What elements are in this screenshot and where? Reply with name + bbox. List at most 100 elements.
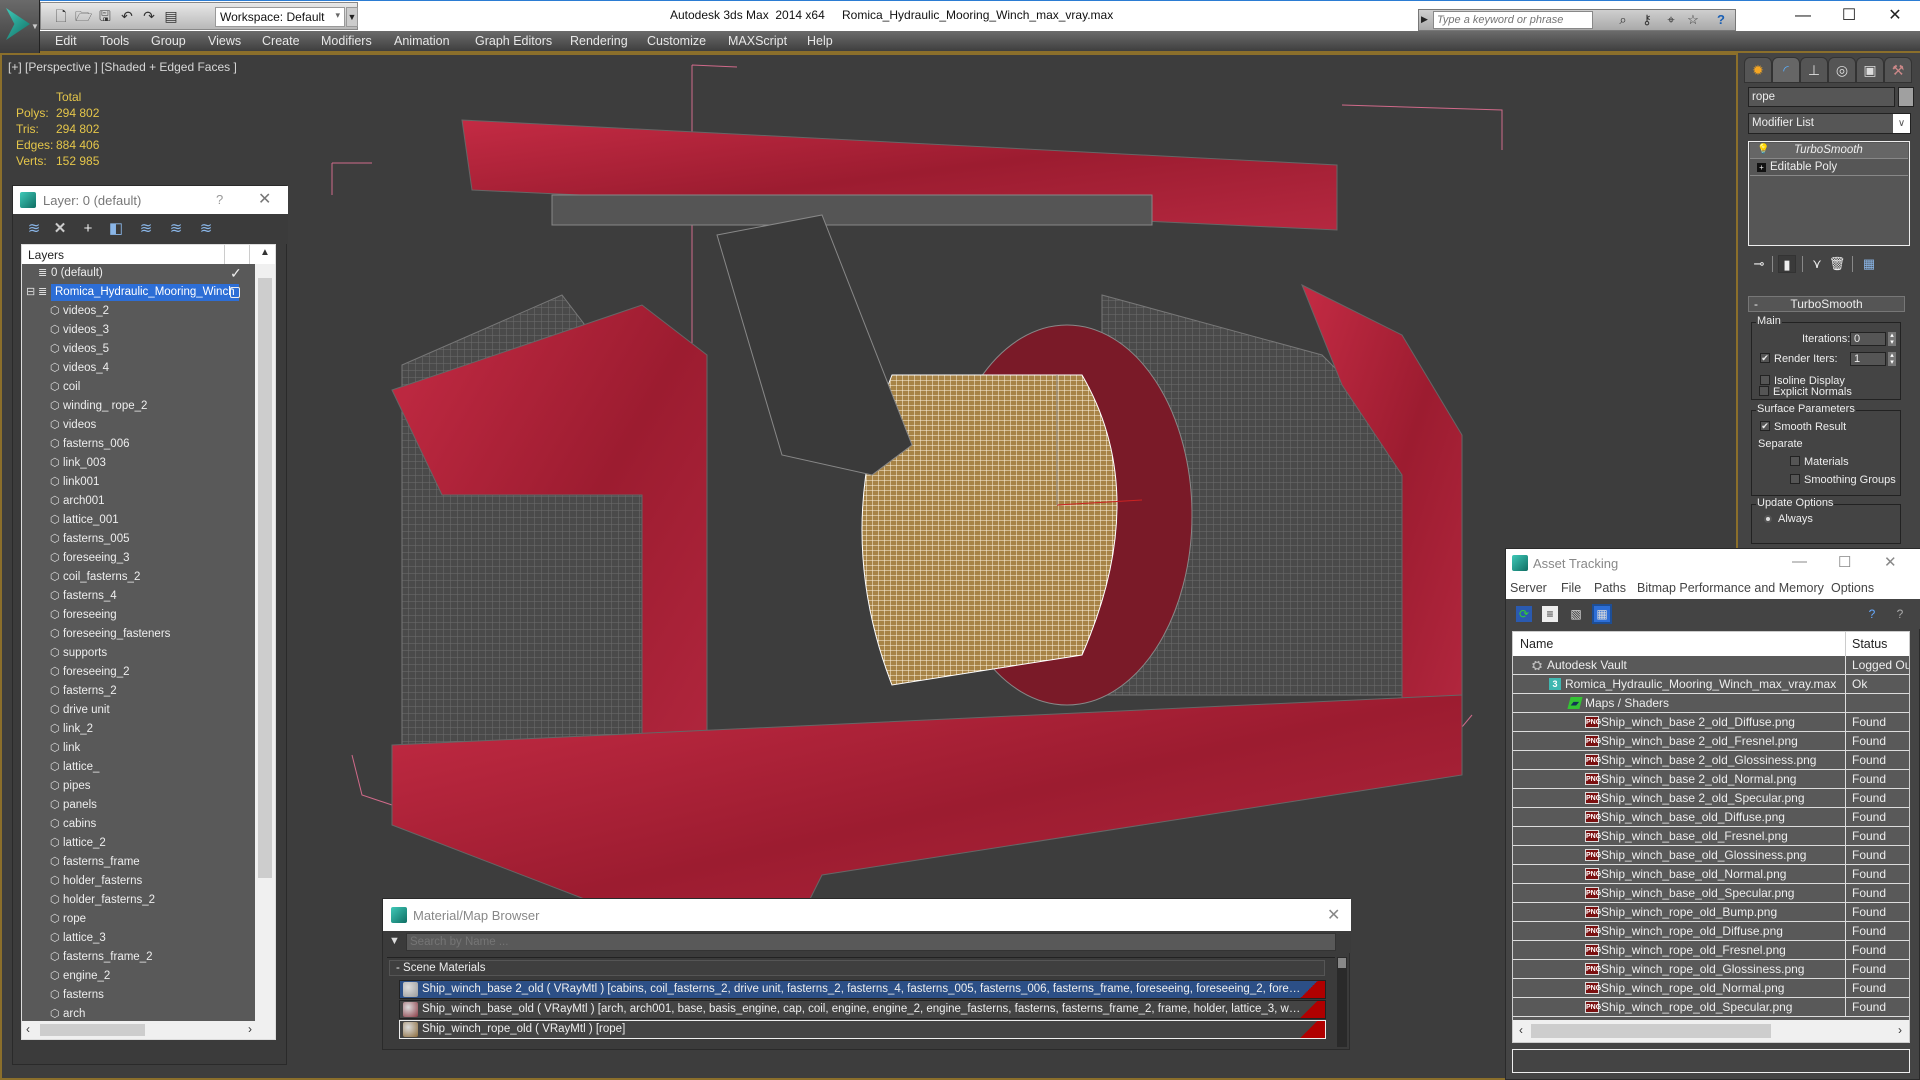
save-icon[interactable]: 🖫 bbox=[97, 8, 113, 24]
remove-modifier-icon[interactable]: 🗑 bbox=[1828, 255, 1846, 273]
object-color-swatch[interactable] bbox=[1898, 87, 1914, 107]
layer-object-row[interactable]: ⬡ lattice_2 bbox=[22, 834, 255, 853]
lightbulb-icon[interactable]: 💡 bbox=[1757, 144, 1769, 155]
layer-object-row[interactable]: ⬡ videos_3 bbox=[22, 321, 255, 340]
layer-vertical-scrollbar[interactable]: ▲ ▼ bbox=[255, 247, 275, 1039]
asset-row[interactable]: PNG Ship_winch_rope_old_Glossiness.png Fou… bbox=[1513, 960, 1909, 979]
separate-materials-checkbox[interactable] bbox=[1790, 456, 1800, 466]
browser-options-icon[interactable]: ▼ bbox=[389, 935, 400, 947]
asset-horizontal-scrollbar[interactable]: ‹ › bbox=[1513, 1020, 1909, 1042]
thumbnail-view-icon[interactable]: ▧ bbox=[1568, 606, 1584, 622]
binoculars-icon[interactable]: ⌕ bbox=[1615, 12, 1631, 28]
layer-tree[interactable]: Layers ≣ 0 (default) ✓ ⊟ ≣ Romica_Hydraulic_M… bbox=[21, 244, 276, 1040]
modifier-stack[interactable]: 💡 TurboSmooth + Editable Poly bbox=[1748, 141, 1910, 246]
configure-sets-icon[interactable]: ▦ bbox=[1860, 255, 1878, 273]
material-vertical-scrollbar[interactable] bbox=[1337, 957, 1347, 1047]
vault-help-icon[interactable]: ? bbox=[1864, 606, 1880, 622]
make-unique-icon[interactable]: ⋎ bbox=[1808, 255, 1826, 273]
layer-row[interactable]: ⊟ ≣ Romica_Hydraulic_Mooring_Winch bbox=[22, 283, 255, 302]
column-name[interactable]: Name bbox=[1520, 637, 1553, 651]
asset-row[interactable]: 3 Romica_Hydraulic_Mooring_Winch_max_vray… bbox=[1513, 675, 1909, 694]
layer-object-row[interactable]: ⬡ fasterns_frame_2 bbox=[22, 948, 255, 967]
layer-object-row[interactable]: ⬡ videos_2 bbox=[22, 302, 255, 321]
expand-search-icon[interactable]: ▶ bbox=[1421, 14, 1428, 25]
close-button[interactable]: ✕ bbox=[1872, 2, 1918, 30]
explicit-normals-checkbox[interactable] bbox=[1759, 386, 1769, 396]
hide-all-icon[interactable]: ≋ bbox=[197, 220, 215, 238]
asset-row[interactable]: PNG Ship_winch_rope_old_Specular.png Found bbox=[1513, 998, 1909, 1017]
list-view-icon[interactable]: ≡ bbox=[1542, 606, 1558, 622]
layer-object-row[interactable]: ⬡ link_2 bbox=[22, 720, 255, 739]
quick-access-customize-button[interactable]: ▼ bbox=[346, 7, 358, 27]
delete-layer-icon[interactable]: ✕ bbox=[51, 220, 69, 238]
layer-object-row[interactable]: ⬡ holder_fasterns_2 bbox=[22, 891, 255, 910]
minimize-icon[interactable]: — bbox=[1792, 553, 1807, 570]
scroll-thumb[interactable] bbox=[1531, 1024, 1771, 1038]
minimize-button[interactable]: — bbox=[1780, 2, 1826, 30]
menu-edit[interactable]: Edit bbox=[55, 34, 77, 48]
render-iters-checkbox[interactable]: ✔ bbox=[1760, 353, 1770, 363]
layer-object-row[interactable]: ⬡ foreseeing bbox=[22, 606, 255, 625]
redo-icon[interactable]: ↷ bbox=[141, 8, 157, 24]
rollout-header[interactable]: - TurboSmooth bbox=[1748, 296, 1905, 312]
iterations-input[interactable]: 0 bbox=[1850, 332, 1886, 346]
asset-path-field[interactable] bbox=[1512, 1049, 1910, 1073]
set-current-layer-box[interactable] bbox=[230, 287, 240, 298]
close-icon[interactable]: ✕ bbox=[258, 189, 271, 209]
asset-row[interactable]: PNG Ship_winch_base 2_old_Specular.png Fou… bbox=[1513, 789, 1909, 808]
menu-tools[interactable]: Tools bbox=[100, 34, 129, 48]
layer-object-row[interactable]: ⬡ videos_5 bbox=[22, 340, 255, 359]
display-tab-icon[interactable]: ▣ bbox=[1856, 57, 1884, 83]
material-row[interactable]: Ship_winch_rope_old ( VRayMtl ) [rope] bbox=[399, 1020, 1326, 1039]
new-file-icon[interactable]: 🗋 bbox=[53, 8, 69, 24]
layer-object-row[interactable]: ⬡ supports bbox=[22, 644, 255, 663]
scene-materials-group[interactable]: - Scene Materials bbox=[389, 960, 1325, 976]
help-icon[interactable]: ? bbox=[1713, 12, 1729, 28]
scroll-right-icon[interactable]: › bbox=[248, 1022, 252, 1036]
material-browser-titlebar[interactable]: Material/Map Browser ✕ bbox=[383, 899, 1351, 931]
separate-smoothing-groups-checkbox[interactable] bbox=[1790, 474, 1800, 484]
menu-maxscript[interactable]: MAXScript bbox=[728, 34, 787, 48]
layer-object-row[interactable]: ⬡ fasterns_frame bbox=[22, 853, 255, 872]
layer-object-row[interactable]: ⬡ fasterns_005 bbox=[22, 530, 255, 549]
layer-object-row[interactable]: ⬡ pipes bbox=[22, 777, 255, 796]
select-layer-icon[interactable]: ≋ bbox=[137, 220, 155, 238]
material-search-input[interactable] bbox=[406, 933, 1336, 951]
open-file-icon[interactable]: 🗁 bbox=[75, 8, 92, 24]
scroll-thumb[interactable] bbox=[1338, 958, 1346, 968]
asset-row[interactable]: PNG Ship_winch_base_old_Specular.png Found bbox=[1513, 884, 1909, 903]
asset-row[interactable]: ▰ Maps / Shaders bbox=[1513, 694, 1909, 713]
column-status[interactable]: Status bbox=[1852, 637, 1887, 651]
layer-object-row[interactable]: ⬡ lattice_001 bbox=[22, 511, 255, 530]
material-row[interactable]: Ship_winch_base_old ( VRayMtl ) [arch, a… bbox=[399, 1000, 1326, 1019]
show-end-result-icon[interactable]: ▮ bbox=[1778, 255, 1796, 273]
satellite-icon[interactable]: ⌖ bbox=[1663, 12, 1679, 28]
create-tab-icon[interactable]: ✹ bbox=[1744, 57, 1772, 83]
layer-object-row[interactable]: ⬡ fasterns_2 bbox=[22, 682, 255, 701]
asset-row[interactable]: PNG Ship_winch_rope_old_Bump.png Found bbox=[1513, 903, 1909, 922]
layer-panel-titlebar[interactable]: Layer: 0 (default) ? ✕ bbox=[13, 186, 288, 214]
current-layer-check-icon[interactable]: ✓ bbox=[230, 265, 242, 282]
modifier-list-dropdown[interactable]: Modifier List ∨ bbox=[1748, 113, 1911, 134]
layer-object-row[interactable]: ⬡ fasterns_4 bbox=[22, 587, 255, 606]
layer-object-row[interactable]: ⬡ coil bbox=[22, 378, 255, 397]
maximize-icon[interactable]: ☐ bbox=[1838, 553, 1851, 571]
object-name-field[interactable]: rope bbox=[1748, 87, 1895, 107]
layer-object-row[interactable]: ⬡ engine_2 bbox=[22, 967, 255, 986]
layer-object-row[interactable]: ⬡ holder_fasterns bbox=[22, 872, 255, 891]
asset-row[interactable]: PNG Ship_winch_base_old_Diffuse.png Found bbox=[1513, 808, 1909, 827]
pin-stack-icon[interactable]: ⊸ bbox=[1750, 255, 1768, 273]
create-layer-icon[interactable]: ≋ bbox=[25, 220, 43, 238]
asset-row[interactable]: PNG Ship_winch_base 2_old_Glossiness.png F… bbox=[1513, 751, 1909, 770]
asset-row[interactable]: PNG Ship_winch_base_old_Glossiness.png Fou… bbox=[1513, 846, 1909, 865]
render-iters-spinner[interactable]: ▴ ▾ bbox=[1888, 352, 1896, 366]
menu-options[interactable]: Options bbox=[1831, 581, 1874, 595]
layer-object-row[interactable]: ⬡ foreseeing_2 bbox=[22, 663, 255, 682]
layer-horizontal-scrollbar[interactable]: ‹ › bbox=[22, 1021, 275, 1039]
layer-object-row[interactable]: ⬡ fasterns bbox=[22, 986, 255, 1005]
menu-animation[interactable]: Animation bbox=[394, 34, 450, 48]
star-icon[interactable]: ☆ bbox=[1685, 12, 1701, 28]
layer-object-row[interactable]: ⬡ videos bbox=[22, 416, 255, 435]
close-icon[interactable]: ✕ bbox=[1884, 553, 1897, 571]
close-icon[interactable]: ✕ bbox=[1327, 905, 1340, 925]
